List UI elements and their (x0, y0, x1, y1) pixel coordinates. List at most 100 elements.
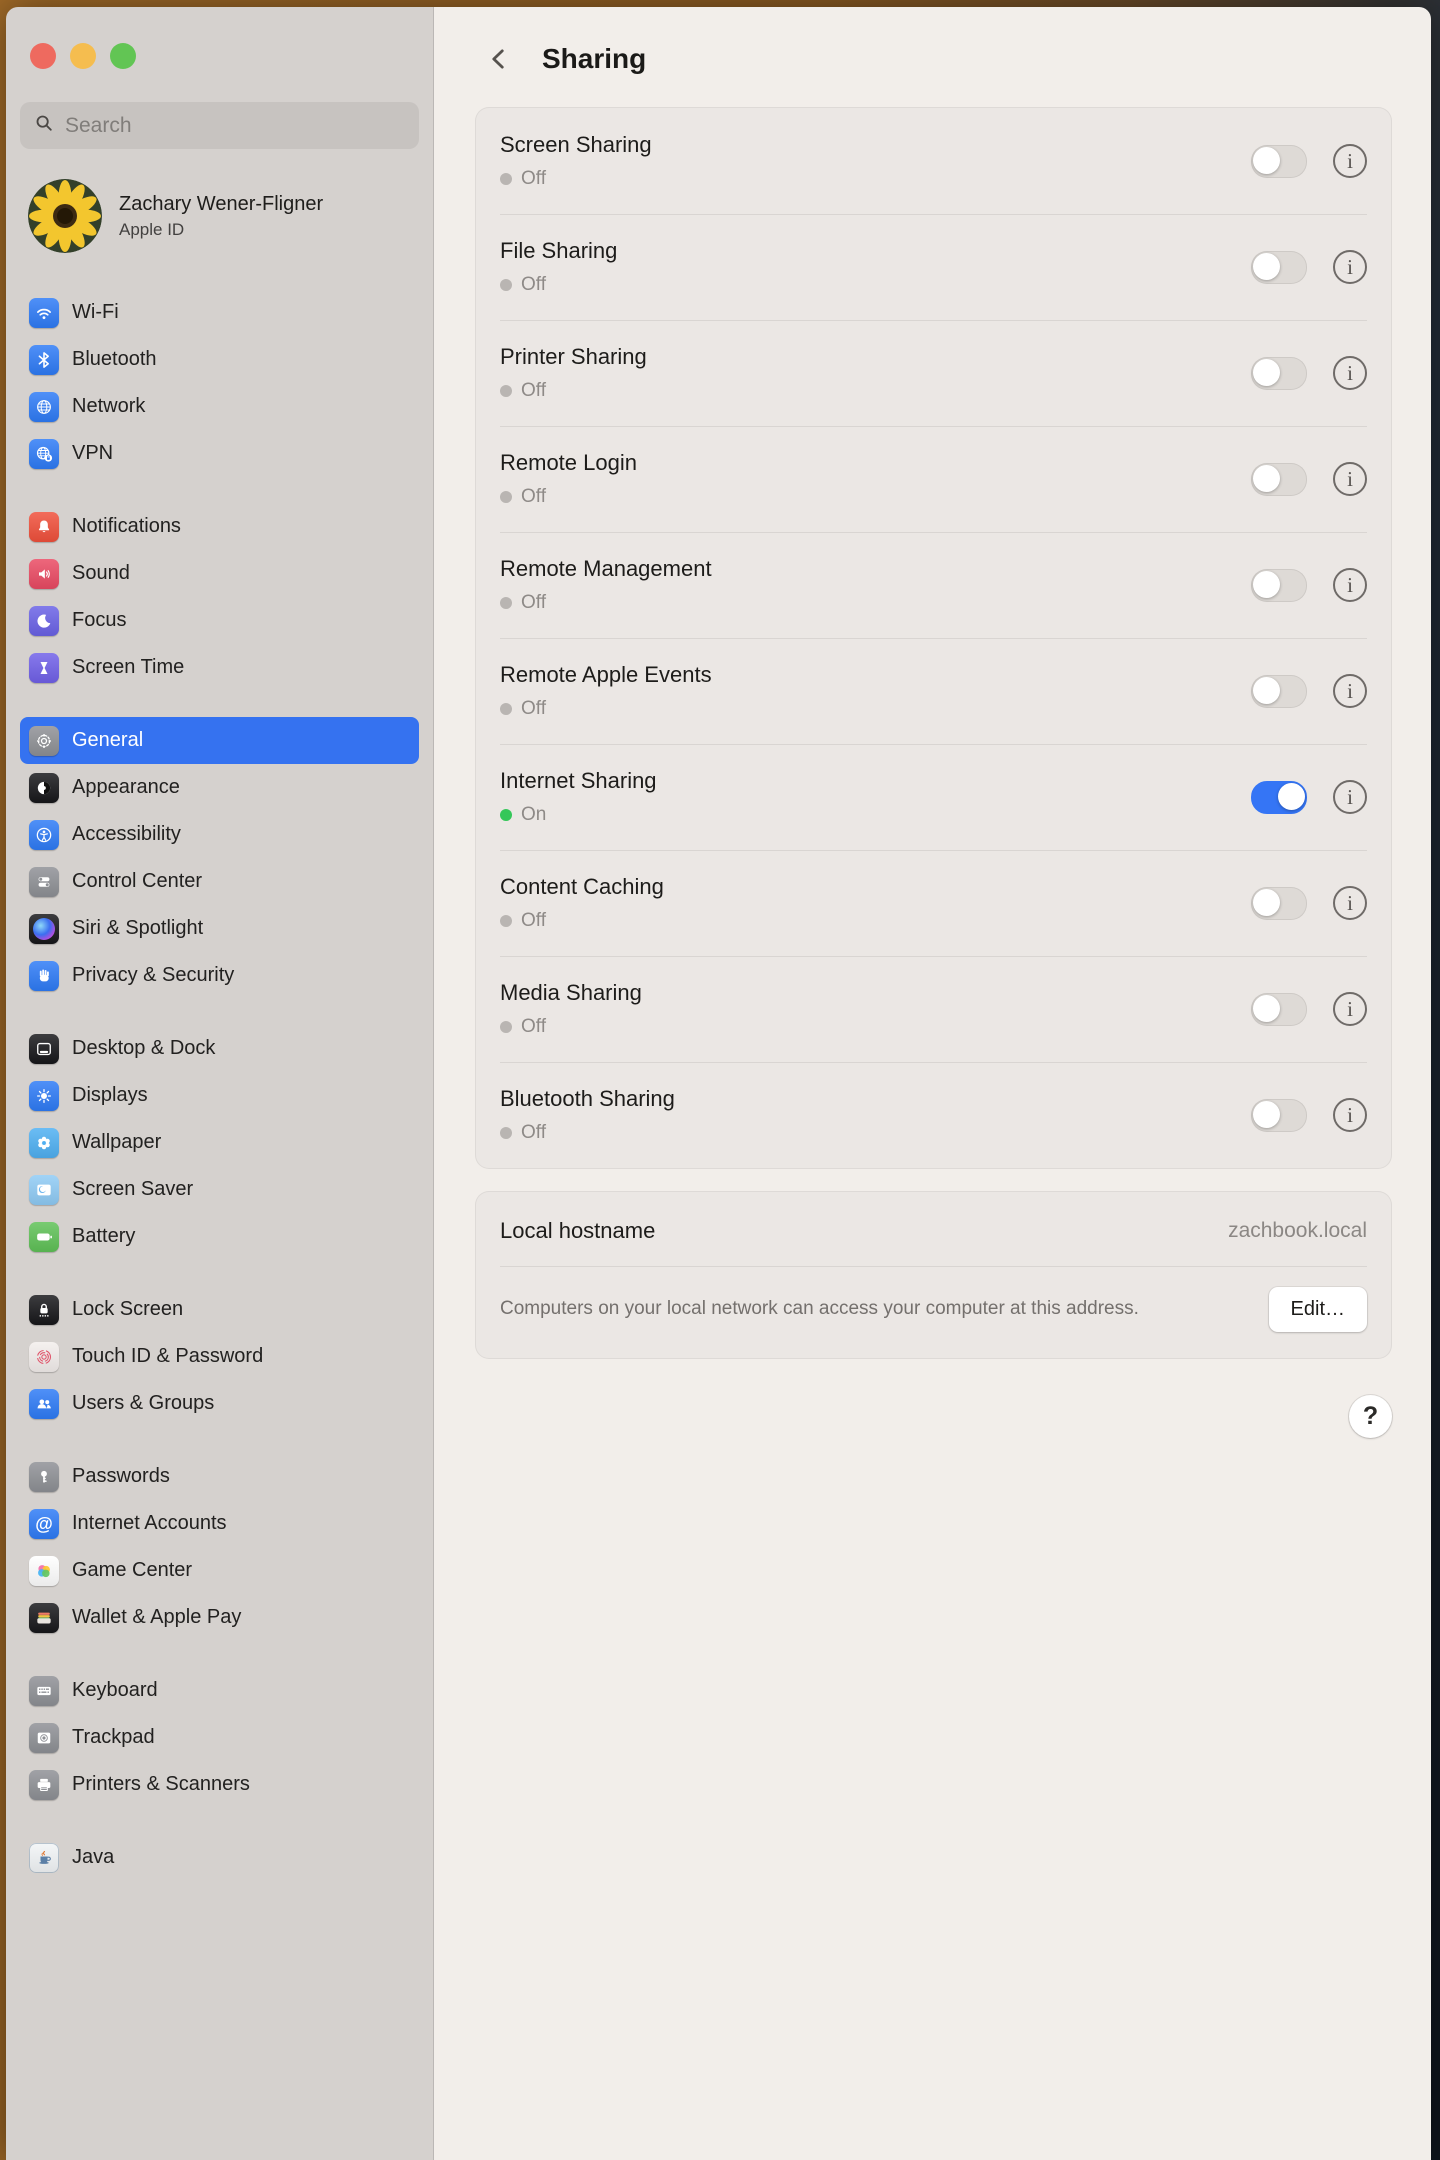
sidebar-item-trackpad[interactable]: Trackpad (20, 1714, 419, 1761)
sidebar-item-control-center[interactable]: Control Center (20, 858, 419, 905)
close-window-button[interactable] (30, 43, 56, 69)
status-text: Off (521, 910, 546, 932)
service-status: On (500, 804, 1251, 826)
printer-sharing-info-button[interactable]: i (1333, 356, 1367, 390)
sidebar-item-label: Passwords (72, 1465, 170, 1488)
sidebar-item-label: Screen Time (72, 656, 184, 679)
sidebar-item-notifications[interactable]: Notifications (20, 503, 419, 550)
sidebar-item-sound[interactable]: Sound (20, 550, 419, 597)
wifi-icon (29, 298, 59, 328)
apple-id-row[interactable]: Zachary Wener-Fligner Apple ID (28, 179, 411, 253)
service-status: Off (500, 698, 1251, 720)
hourglass-icon (29, 653, 59, 683)
remote-apple-events-info-button[interactable]: i (1333, 674, 1367, 708)
sidebar-item-keyboard[interactable]: Keyboard (20, 1667, 419, 1714)
status-text: Off (521, 486, 546, 508)
file-sharing-info-button[interactable]: i (1333, 250, 1367, 284)
search-input[interactable]: Search (20, 102, 419, 149)
remote-login-toggle[interactable] (1251, 463, 1307, 496)
sidebar-item-siri-spotlight[interactable]: Siri & Spotlight (20, 905, 419, 952)
sidebar-item-vpn[interactable]: VPN (20, 430, 419, 477)
sidebar-item-touch-id-password[interactable]: Touch ID & Password (20, 1333, 419, 1380)
moon-icon (29, 606, 59, 636)
printer-icon (29, 1770, 59, 1800)
page-title: Sharing (542, 43, 646, 75)
sidebar-item-battery[interactable]: Battery (20, 1213, 419, 1260)
profile-subtitle: Apple ID (119, 220, 323, 240)
toggle-knob (1253, 889, 1280, 916)
remote-management-info-button[interactable]: i (1333, 568, 1367, 602)
sidebar-item-lock-screen[interactable]: Lock Screen (20, 1286, 419, 1333)
help-button[interactable]: ? (1349, 1395, 1392, 1438)
service-info: Media SharingOff (500, 980, 1251, 1038)
sidebar-item-desktop-dock[interactable]: Desktop & Dock (20, 1025, 419, 1072)
sidebar-item-general[interactable]: General (20, 717, 419, 764)
media-sharing-info-button[interactable]: i (1333, 992, 1367, 1026)
service-name: File Sharing (500, 238, 1251, 264)
sidebar-item-privacy-security[interactable]: Privacy & Security (20, 952, 419, 999)
sidebar-item-bluetooth[interactable]: Bluetooth (20, 336, 419, 383)
edit-hostname-button[interactable]: Edit… (1269, 1287, 1367, 1332)
sidebar-item-focus[interactable]: Focus (20, 597, 419, 644)
media-sharing-toggle[interactable] (1251, 993, 1307, 1026)
remote-login-info-button[interactable]: i (1333, 462, 1367, 496)
minimize-window-button[interactable] (70, 43, 96, 69)
printer-sharing-toggle[interactable] (1251, 357, 1307, 390)
toggle-knob (1253, 465, 1280, 492)
speaker-icon (29, 559, 59, 589)
game-center-icon (29, 1556, 59, 1586)
content-caching-info-button[interactable]: i (1333, 886, 1367, 920)
file-sharing-toggle[interactable] (1251, 251, 1307, 284)
bluetooth-sharing-toggle[interactable] (1251, 1099, 1307, 1132)
sidebar-item-label: Java (72, 1846, 114, 1869)
local-hostname-row: Local hostname zachbook.local (476, 1192, 1391, 1266)
sidebar-item-printers-scanners[interactable]: Printers & Scanners (20, 1761, 419, 1808)
screen-sharing-toggle[interactable] (1251, 145, 1307, 178)
internet-sharing-toggle[interactable] (1251, 781, 1307, 814)
sidebar-group: KeyboardTrackpadPrinters & Scanners (20, 1667, 419, 1808)
gear-icon (29, 726, 59, 756)
sidebar-item-passwords[interactable]: Passwords (20, 1453, 419, 1500)
service-status: Off (500, 486, 1251, 508)
sidebar-item-wallpaper[interactable]: Wallpaper (20, 1119, 419, 1166)
sidebar-item-network[interactable]: Network (20, 383, 419, 430)
fingerprint-icon (29, 1342, 59, 1372)
service-row-remote-login: Remote LoginOffi (476, 426, 1391, 532)
sidebar-item-label: Bluetooth (72, 348, 157, 371)
info-icon: i (1347, 573, 1353, 598)
content-caching-toggle[interactable] (1251, 887, 1307, 920)
service-row-file-sharing: File Sharing Off i (476, 214, 1391, 320)
status-text: Off (521, 274, 546, 296)
bluetooth-sharing-info-button[interactable]: i (1333, 1098, 1367, 1132)
service-row-screen-sharing: Screen SharingOffi (476, 108, 1391, 214)
globe-icon (29, 392, 59, 422)
status-dot (500, 385, 512, 397)
hostname-description: Computers on your local network can acce… (500, 1295, 1139, 1323)
status-dot (500, 1021, 512, 1033)
service-name: Remote Apple Events (500, 662, 1251, 688)
screen-sharing-info-button[interactable]: i (1333, 144, 1367, 178)
internet-sharing-info-button[interactable]: i (1333, 780, 1367, 814)
zoom-window-button[interactable] (110, 43, 136, 69)
sidebar-item-game-center[interactable]: Game Center (20, 1547, 419, 1594)
sidebar-item-java[interactable]: Java (20, 1834, 419, 1881)
remote-apple-events-toggle[interactable] (1251, 675, 1307, 708)
local-hostname-value: zachbook.local (1228, 1219, 1367, 1243)
back-button[interactable] (486, 44, 512, 74)
sidebar-item-appearance[interactable]: Appearance (20, 764, 419, 811)
sidebar-item-label: Game Center (72, 1559, 192, 1582)
sidebar-group: NotificationsSoundFocus Screen Time (20, 503, 419, 691)
sidebar-item-label: Appearance (72, 776, 180, 799)
sidebar-item-accessibility[interactable]: Accessibility (20, 811, 419, 858)
remote-management-toggle[interactable] (1251, 569, 1307, 602)
sidebar-item-internet-accounts[interactable]: @Internet Accounts (20, 1500, 419, 1547)
sidebar-item-wi-fi[interactable]: Wi-Fi (20, 289, 419, 336)
trackpad-icon (29, 1723, 59, 1753)
sidebar-item-screen-saver[interactable]: Screen Saver (20, 1166, 419, 1213)
sidebar-item-users-groups[interactable]: Users & Groups (20, 1380, 419, 1427)
sidebar-item-displays[interactable]: Displays (20, 1072, 419, 1119)
sidebar-item-label: General (72, 729, 143, 752)
sidebar-item-wallet-apple-pay[interactable]: Wallet & Apple Pay (20, 1594, 419, 1641)
sidebar-item-screen-time[interactable]: Screen Time (20, 644, 419, 691)
service-name: Bluetooth Sharing (500, 1086, 1251, 1112)
